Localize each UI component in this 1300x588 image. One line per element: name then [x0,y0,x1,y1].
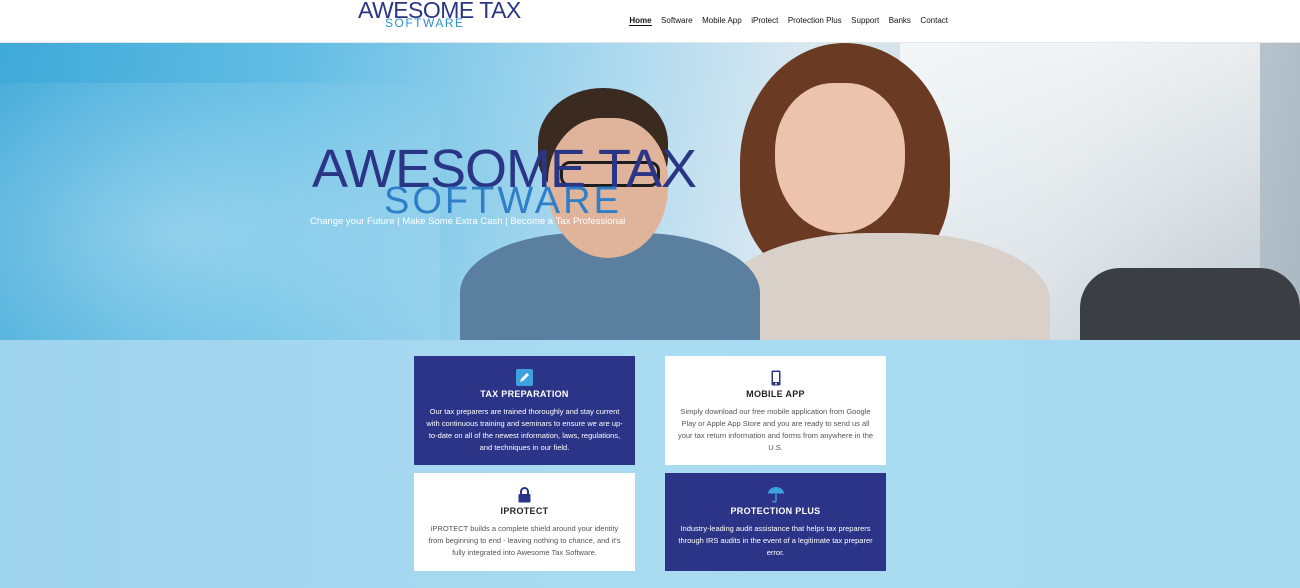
nav-mobile-app[interactable]: Mobile App [702,16,742,26]
nav-iprotect[interactable]: iProtect [751,16,778,26]
feature-card-iprotect[interactable]: IPROTECT iPROTECT builds a complete shie… [414,473,635,571]
site-header: AWESOME TAX SOFTWARE Home Software Mobil… [0,0,1300,43]
feature-card-mobile-app[interactable]: MOBILE APP Simply download our free mobi… [665,356,886,465]
nav-support[interactable]: Support [851,16,879,26]
feature-title: TAX PREPARATION [480,389,569,399]
nav-banks[interactable]: Banks [889,16,911,26]
feature-text: iPROTECT builds a complete shield around… [428,524,621,557]
mobile-phone-icon [771,370,781,386]
feature-text: Our tax preparers are trained thoroughly… [426,407,623,452]
feature-text: Industry-leading audit assistance that h… [678,524,873,557]
pencil-icon [516,369,533,386]
hero-photo-woman-face [775,83,905,233]
feature-title: IPROTECT [500,506,549,516]
umbrella-icon [767,486,785,503]
nav-contact[interactable]: Contact [920,16,948,26]
hero-banner: AWESOME TAX SOFTWARE Change your Future … [0,43,1300,340]
feature-text: Simply download our free mobile applicat… [677,407,874,452]
features-section: TAX PREPARATION Our tax preparers are tr… [0,340,1300,588]
hero-glow [0,83,440,340]
site-logo[interactable]: AWESOME TAX SOFTWARE [358,0,521,30]
nav-home[interactable]: Home [629,16,652,26]
feature-title: MOBILE APP [746,389,805,399]
logo-text-bottom: SOFTWARE [385,16,465,30]
hero-photo-chair [1080,268,1300,340]
nav-protection-plus[interactable]: Protection Plus [788,16,842,26]
feature-card-tax-preparation[interactable]: TAX PREPARATION Our tax preparers are tr… [414,356,635,465]
hero-tagline: Change your Future | Make Some Extra Cas… [310,216,626,227]
main-nav: Home Software Mobile App iProtect Protec… [620,16,948,26]
nav-software[interactable]: Software [661,16,693,26]
feature-card-protection-plus[interactable]: PROTECTION PLUS Industry-leading audit a… [665,473,886,571]
feature-title: PROTECTION PLUS [730,506,821,516]
lock-icon [518,487,531,503]
